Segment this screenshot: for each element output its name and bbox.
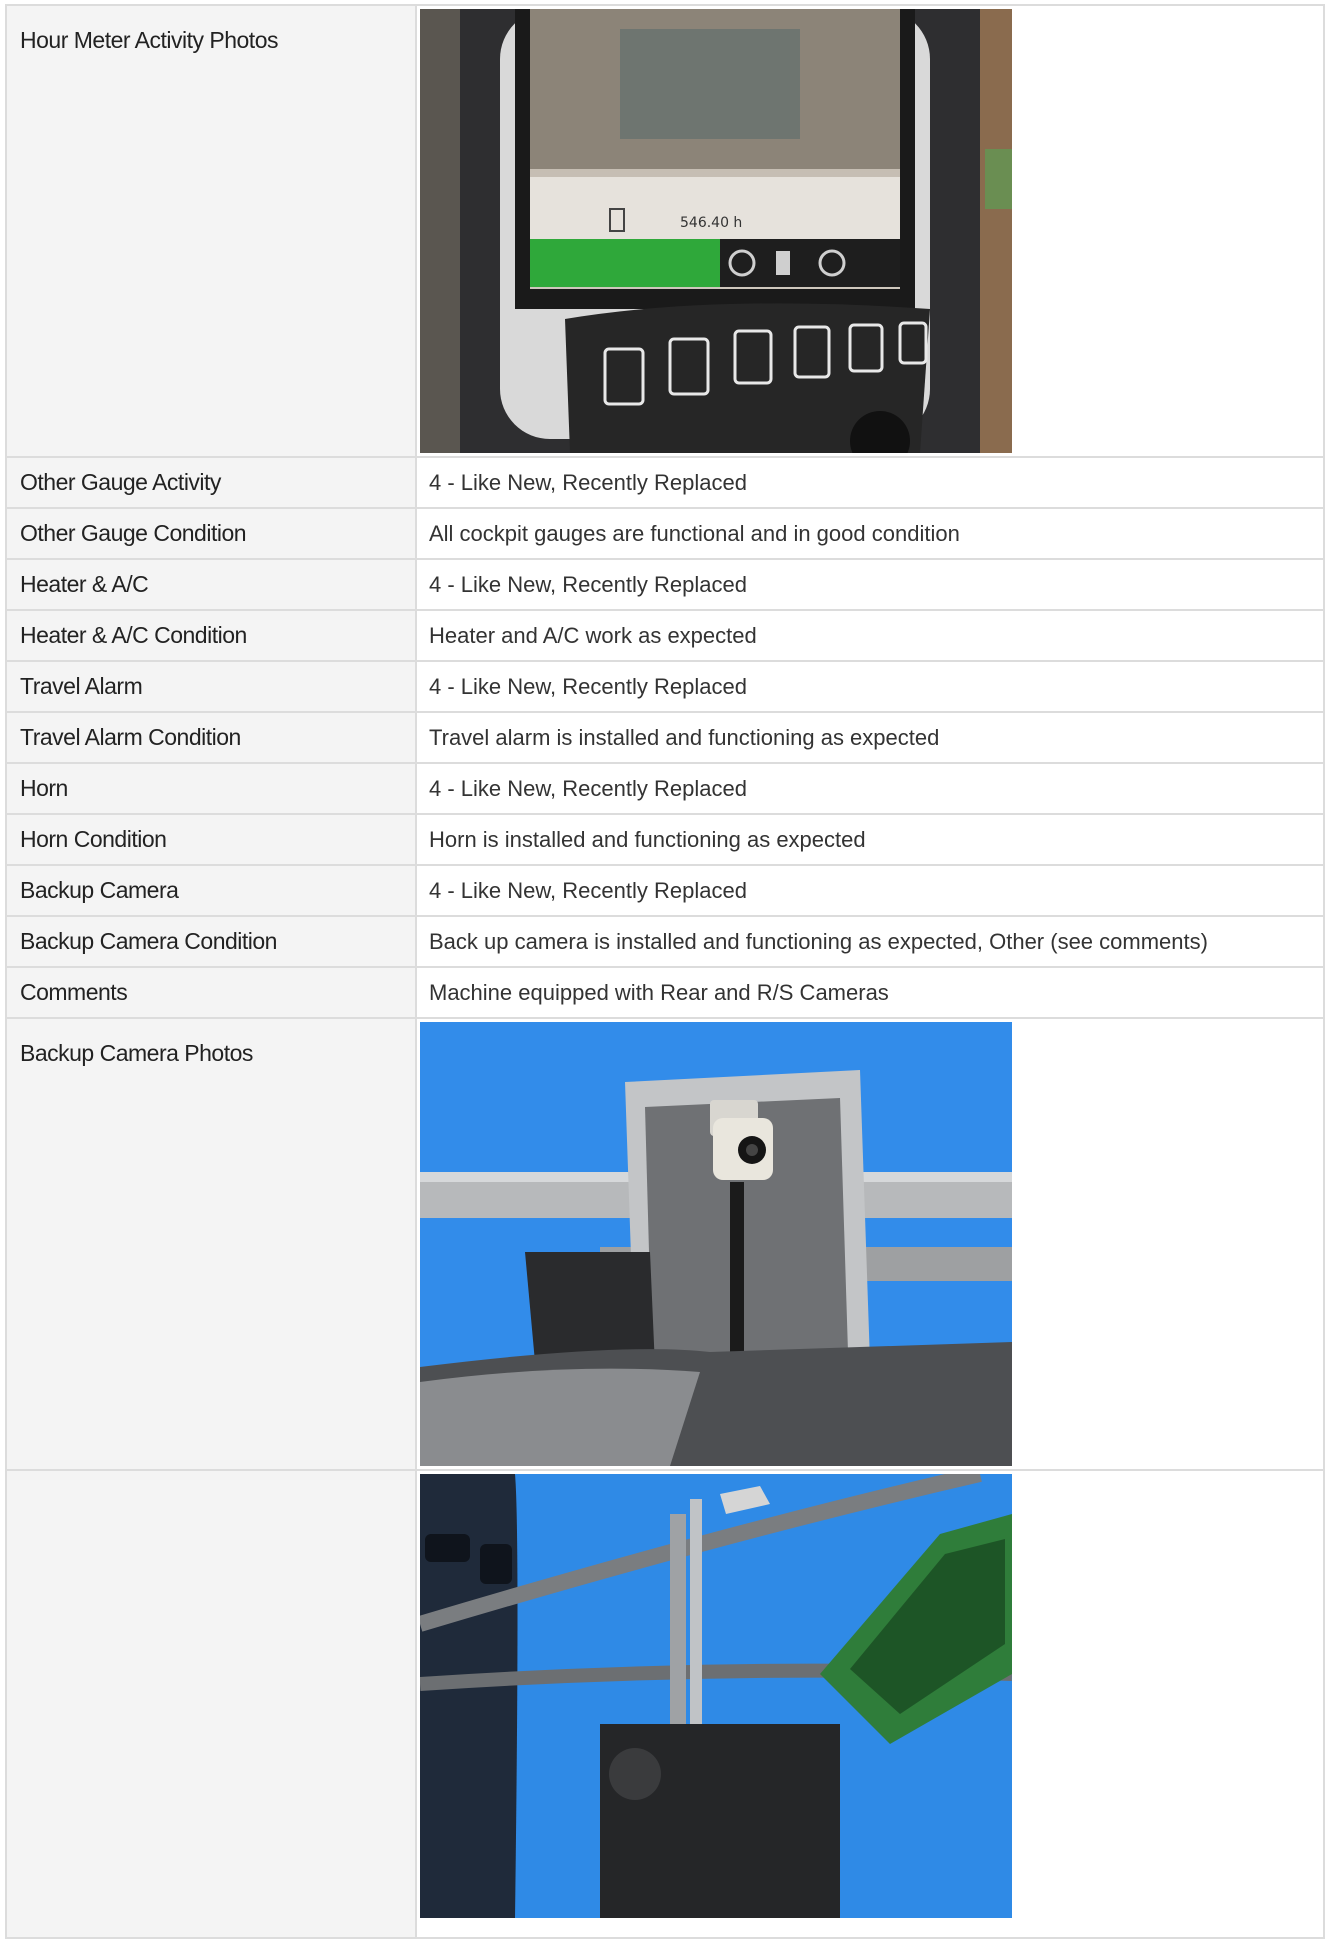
row-backup-camera-photos: Backup Camera Photos [5,1017,1325,1471]
photo-cell [415,1017,1325,1471]
row-value: Back up camera is installed and function… [415,915,1325,968]
side-camera-photo[interactable] [420,1474,1012,1918]
row-other-gauge-condition: Other Gauge Condition All cockpit gauges… [5,507,1325,560]
row-label: Horn [5,762,417,815]
row-other-gauge-activity: Other Gauge Activity 4 - Like New, Recen… [5,456,1325,509]
row-label: Backup Camera [5,864,417,917]
row-label: Horn Condition [5,813,417,866]
row-horn: Horn 4 - Like New, Recently Replaced [5,762,1325,815]
row-value: 4 - Like New, Recently Replaced [415,558,1325,611]
row-label: Heater & A/C [5,558,417,611]
row-value: Horn is installed and functioning as exp… [415,813,1325,866]
photo-cell [415,1469,1325,1939]
row-label: Travel Alarm Condition [5,711,417,764]
row-value: 4 - Like New, Recently Replaced [415,660,1325,713]
backup-camera-photo[interactable] [420,1022,1012,1466]
row-horn-condition: Horn Condition Horn is installed and fun… [5,813,1325,866]
row-label: Heater & A/C Condition [5,609,417,662]
hour-meter-display-photo[interactable]: 546.40 h [420,9,1012,453]
row-side-camera-photo [5,1469,1325,1939]
row-hour-meter-photos: Hour Meter Activity Photos 546.40 h [5,4,1325,458]
row-backup-camera: Backup Camera 4 - Like New, Recently Rep… [5,864,1325,917]
row-value: 4 - Like New, Recently Replaced [415,456,1325,509]
photo-cell: 546.40 h [415,4,1325,458]
row-label: Hour Meter Activity Photos [5,4,417,458]
row-label: Backup Camera Condition [5,915,417,968]
row-comments: Comments Machine equipped with Rear and … [5,966,1325,1019]
row-travel-alarm: Travel Alarm 4 - Like New, Recently Repl… [5,660,1325,713]
row-value: Machine equipped with Rear and R/S Camer… [415,966,1325,1019]
row-value: 4 - Like New, Recently Replaced [415,762,1325,815]
row-value: 4 - Like New, Recently Replaced [415,864,1325,917]
row-heater-ac-condition: Heater & A/C Condition Heater and A/C wo… [5,609,1325,662]
row-value: Travel alarm is installed and functionin… [415,711,1325,764]
row-label: Other Gauge Activity [5,456,417,509]
row-label: Comments [5,966,417,1019]
row-value: All cockpit gauges are functional and in… [415,507,1325,560]
row-label: Other Gauge Condition [5,507,417,560]
row-label [5,1469,417,1939]
row-heater-ac: Heater & A/C 4 - Like New, Recently Repl… [5,558,1325,611]
row-backup-camera-condition: Backup Camera Condition Back up camera i… [5,915,1325,968]
row-value: Heater and A/C work as expected [415,609,1325,662]
row-label: Travel Alarm [5,660,417,713]
hour-reading-text: 546.40 h [680,215,742,231]
row-travel-alarm-condition: Travel Alarm Condition Travel alarm is i… [5,711,1325,764]
inspection-report-table: Hour Meter Activity Photos 546.40 h Othe… [5,4,1325,1939]
row-label: Backup Camera Photos [5,1017,417,1471]
